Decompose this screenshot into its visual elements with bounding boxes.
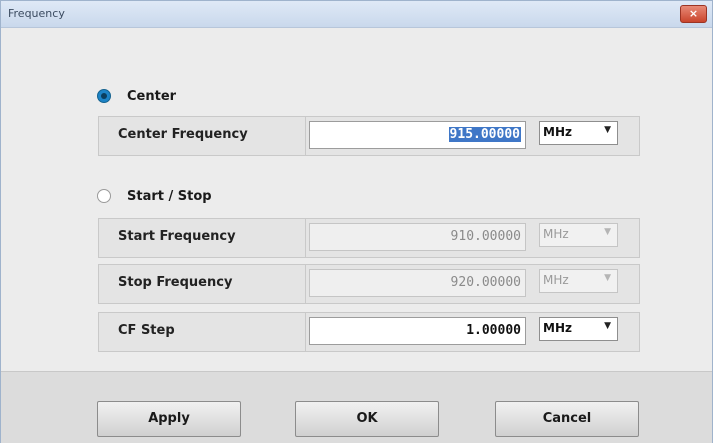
cf-step-input[interactable]: 1.00000 (309, 317, 526, 345)
start-frequency-unit: MHz (543, 227, 569, 241)
stop-frequency-input[interactable]: 920.00000 (309, 269, 526, 297)
window-title: Frequency (8, 7, 65, 20)
startstop-radio-label: Start / Stop (127, 188, 212, 204)
center-frequency-row: Center Frequency 915.00000 MHz ▼ (98, 116, 640, 156)
center-frequency-unit: MHz (543, 125, 572, 139)
startstop-radio-option[interactable]: Start / Stop (97, 186, 212, 206)
close-icon: × (688, 7, 699, 20)
center-radio-option[interactable]: Center (97, 86, 176, 106)
center-radio-label: Center (127, 88, 177, 104)
start-frequency-unit-select[interactable]: MHz ▼ (539, 223, 618, 247)
stop-frequency-unit: MHz (543, 273, 569, 287)
center-frequency-input[interactable]: 915.00000 (309, 121, 526, 149)
cf-step-unit-select[interactable]: MHz ▼ (539, 317, 618, 341)
center-radio-button[interactable] (97, 89, 111, 103)
stop-frequency-unit-select[interactable]: MHz ▼ (539, 269, 618, 293)
frequency-dialog: Frequency × Center Center Frequency 915.… (0, 0, 713, 443)
divider (305, 313, 306, 351)
close-button[interactable]: × (680, 5, 707, 23)
chevron-down-icon: ▼ (604, 273, 611, 283)
start-frequency-row: Start Frequency 910.00000 MHz ▼ (98, 218, 640, 258)
stop-frequency-value: 920.00000 (450, 275, 521, 290)
start-frequency-input[interactable]: 910.00000 (309, 223, 526, 251)
stop-frequency-label: Stop Frequency (118, 275, 233, 290)
start-frequency-value: 910.00000 (450, 229, 521, 244)
cancel-button[interactable]: Cancel (495, 401, 639, 437)
dialog-body: Center Center Frequency 915.00000 MHz ▼ … (1, 28, 712, 443)
center-frequency-label: Center Frequency (118, 127, 248, 142)
start-frequency-label: Start Frequency (118, 229, 236, 244)
cf-step-unit: MHz (543, 321, 572, 335)
divider (305, 265, 306, 303)
chevron-down-icon: ▼ (604, 227, 611, 237)
divider (305, 219, 306, 257)
cf-step-value: 1.00000 (466, 323, 521, 338)
center-frequency-value: 915.00000 (448, 127, 521, 142)
stop-frequency-row: Stop Frequency 920.00000 MHz ▼ (98, 264, 640, 304)
title-bar[interactable]: Frequency × (1, 1, 712, 28)
chevron-down-icon: ▼ (604, 321, 611, 331)
center-frequency-unit-select[interactable]: MHz ▼ (539, 121, 618, 145)
cf-step-label: CF Step (118, 323, 175, 338)
apply-button[interactable]: Apply (97, 401, 241, 437)
button-bar: Apply OK Cancel (1, 371, 712, 443)
startstop-radio-button[interactable] (97, 189, 111, 203)
chevron-down-icon: ▼ (604, 125, 611, 135)
ok-button[interactable]: OK (295, 401, 439, 437)
cf-step-row: CF Step 1.00000 MHz ▼ (98, 312, 640, 352)
divider (305, 117, 306, 155)
